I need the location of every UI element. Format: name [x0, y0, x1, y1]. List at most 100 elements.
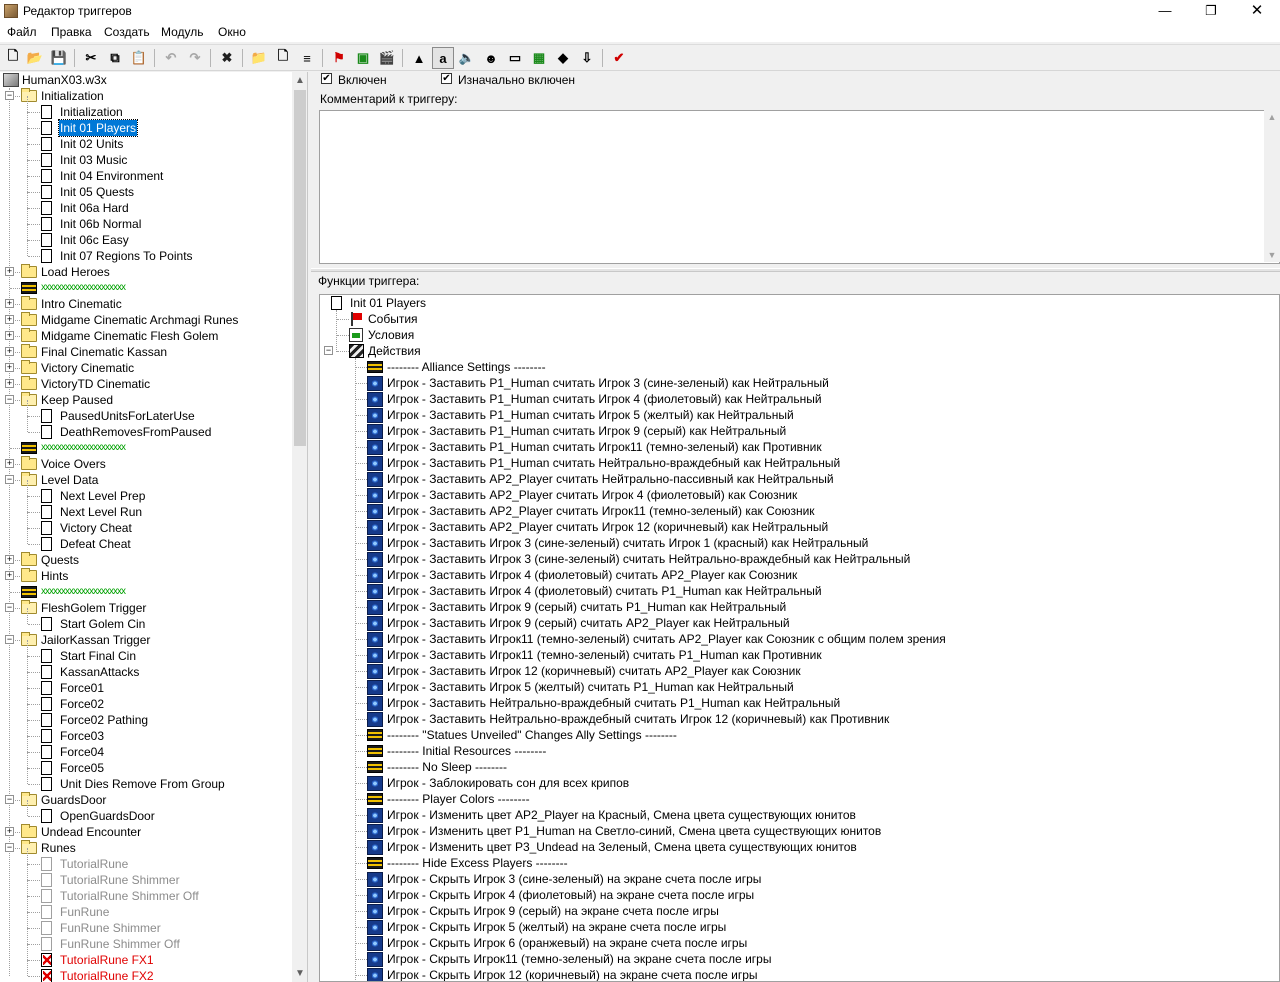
close-button[interactable]: ✕: [1234, 0, 1280, 22]
tree-comment[interactable]: xxxxxxxxxxxxxxxxxxxxx: [0, 440, 290, 456]
minimize-button[interactable]: —: [1142, 0, 1188, 22]
expand-icon[interactable]: +: [5, 347, 14, 356]
save-icon[interactable]: 💾: [48, 47, 70, 69]
undo-icon[interactable]: ↶: [160, 47, 182, 69]
tree-trigger[interactable]: Next Level Prep: [0, 480, 290, 504]
action-item[interactable]: Игрок - Заставить P1_Human считать Нейтр…: [320, 455, 1260, 471]
comment-textarea[interactable]: [319, 110, 1280, 264]
new-event-icon[interactable]: ⚑: [328, 47, 350, 69]
scroll-thumb[interactable]: [294, 90, 306, 446]
test-map-icon[interactable]: ✖: [216, 47, 238, 69]
action-item[interactable]: Игрок - Изменить цвет AP2_Player на Крас…: [320, 807, 1260, 823]
object-manager-icon[interactable]: ◆: [552, 47, 574, 69]
tree-folder[interactable]: + Final Cinematic Kassan: [0, 344, 290, 360]
tree-trigger[interactable]: PausedUnitsForLaterUse: [0, 400, 290, 424]
new-icon[interactable]: 🗋: [2, 47, 24, 69]
tree-trigger[interactable]: Start Final Cin: [0, 640, 290, 664]
tree-trigger[interactable]: Force05: [0, 752, 290, 776]
expand-icon[interactable]: +: [5, 571, 14, 580]
tree-trigger[interactable]: Start Golem Cin: [0, 608, 290, 632]
splitter[interactable]: [311, 268, 1280, 272]
enabled-checkbox[interactable]: ✔: [321, 73, 332, 84]
action-item[interactable]: Игрок - Заставить AP2_Player считать Игр…: [320, 519, 1260, 535]
tree-folder[interactable]: − FleshGolem Trigger: [0, 600, 290, 616]
paste-icon[interactable]: 📋: [128, 47, 150, 69]
tree-trigger[interactable]: FunRune: [0, 896, 290, 920]
tree-trigger[interactable]: Force02 Pathing: [0, 704, 290, 728]
tree-trigger[interactable]: Init 06b Normal: [0, 208, 290, 232]
tree-trigger[interactable]: Init 04 Environment: [0, 160, 290, 184]
scroll-down-icon[interactable]: ▼: [292, 965, 307, 982]
action-item[interactable]: Игрок - Заставить AP2_Player считать Игр…: [320, 487, 1260, 503]
action-item[interactable]: Игрок - Скрыть Игрок 9 (серый) на экране…: [320, 903, 1260, 919]
expand-icon[interactable]: +: [5, 827, 14, 836]
ai-editor-icon[interactable]: ▦: [528, 47, 550, 69]
scroll-up-icon[interactable]: ▲: [292, 72, 307, 89]
tree-folder[interactable]: + Load Heroes: [0, 264, 290, 280]
tree-trigger[interactable]: Initialization: [0, 96, 290, 120]
tree-folder[interactable]: − Initialization: [0, 88, 290, 104]
trigger-editor-icon[interactable]: a: [432, 47, 454, 69]
action-item[interactable]: Игрок - Заставить Нейтрально-враждебный …: [320, 695, 1260, 711]
tree-folder[interactable]: − Runes: [0, 840, 290, 856]
action-item[interactable]: Игрок - Заставить Игрок 9 (серый) считат…: [320, 599, 1260, 615]
action-item[interactable]: Игрок - Скрыть Игрок 12 (коричневый) на …: [320, 967, 1260, 981]
tree-folder[interactable]: + Quests: [0, 552, 290, 568]
tree-trigger[interactable]: Defeat Cheat: [0, 528, 290, 552]
expand-icon[interactable]: +: [5, 331, 14, 340]
comment-action[interactable]: -------- Initial Resources --------: [320, 743, 1260, 759]
tree-trigger[interactable]: OpenGuardsDoor: [0, 800, 290, 824]
expand-icon[interactable]: +: [5, 363, 14, 372]
import-manager-icon[interactable]: ⇩: [576, 47, 598, 69]
action-item[interactable]: Игрок - Изменить цвет P1_Human на Светло…: [320, 823, 1260, 839]
trigger-tree[interactable]: ▲ ▼ HumanX03.w3x − Initialization Initializ…: [0, 72, 308, 982]
tree-trigger[interactable]: FunRune Shimmer Off: [0, 928, 290, 952]
conditions-node[interactable]: Условия: [320, 327, 1260, 343]
action-item[interactable]: Игрок - Заставить Игрок 9 (серый) считат…: [320, 615, 1260, 631]
open-icon[interactable]: 📂: [24, 47, 46, 69]
collapse-icon[interactable]: −: [5, 795, 14, 804]
action-item[interactable]: Игрок - Заставить Игрок 4 (фиолетовый) с…: [320, 583, 1260, 599]
tree-folder[interactable]: + Midgame Cinematic Flesh Golem: [0, 328, 290, 344]
expand-icon[interactable]: +: [5, 379, 14, 388]
comment-action[interactable]: -------- Player Colors --------: [320, 791, 1260, 807]
cut-icon[interactable]: ✂: [80, 47, 102, 69]
tree-trigger[interactable]: Force03: [0, 720, 290, 744]
tree-root[interactable]: HumanX03.w3x: [0, 72, 290, 88]
menu-module[interactable]: Модуль: [161, 25, 204, 39]
action-item[interactable]: Игрок - Заставить Нейтрально-враждебный …: [320, 711, 1260, 727]
initially-on-checkbox[interactable]: ✔: [441, 73, 452, 84]
action-item[interactable]: Игрок - Изменить цвет P3_Undead на Зелен…: [320, 839, 1260, 855]
actions-node[interactable]: − Действия: [320, 343, 1260, 359]
comment-action[interactable]: -------- Alliance Settings --------: [320, 359, 1260, 375]
action-item[interactable]: Игрок - Заставить AP2_Player считать Игр…: [320, 503, 1260, 519]
tree-trigger[interactable]: TutorialRune: [0, 848, 290, 872]
functions-root[interactable]: Init 01 Players: [320, 295, 1260, 311]
action-item[interactable]: Игрок - Заставить P1_Human считать Игрок…: [320, 391, 1260, 407]
expand-icon[interactable]: +: [5, 299, 14, 308]
tree-folder[interactable]: + VictoryTD Cinematic: [0, 376, 290, 392]
comment-action[interactable]: -------- "Statues Unveiled" Changes Ally…: [320, 727, 1260, 743]
action-item[interactable]: Игрок - Заставить Игрок 4 (фиолетовый) с…: [320, 567, 1260, 583]
action-item[interactable]: Игрок - Скрыть Игрок 5 (желтый) на экран…: [320, 919, 1260, 935]
trigger-functions-tree[interactable]: Init 01 Players События Условия − Действия --…: [319, 294, 1280, 982]
new-condition-icon[interactable]: ▣: [352, 47, 374, 69]
new-action-icon[interactable]: 🎬: [376, 47, 398, 69]
menu-window[interactable]: Окно: [218, 25, 246, 39]
action-item[interactable]: Игрок - Скрыть Игрок 6 (оранжевый) на эк…: [320, 935, 1260, 951]
tree-trigger[interactable]: Next Level Run: [0, 496, 290, 520]
collapse-icon[interactable]: −: [5, 395, 14, 404]
menu-create[interactable]: Создать: [104, 25, 150, 39]
tree-trigger[interactable]: Init 03 Music: [0, 144, 290, 168]
collapse-icon[interactable]: −: [5, 635, 14, 644]
action-item[interactable]: Игрок - Скрыть Игрок11 (темно-зеленый) н…: [320, 951, 1260, 967]
action-item[interactable]: Игрок - Заставить Игрок11 (темно-зеленый…: [320, 631, 1260, 647]
action-item[interactable]: Игрок - Заставить AP2_Player считать Ней…: [320, 471, 1260, 487]
tree-comment[interactable]: xxxxxxxxxxxxxxxxxxxxx: [0, 280, 290, 296]
action-item[interactable]: Игрок - Заставить Игрок11 (темно-зеленый…: [320, 647, 1260, 663]
tree-folder[interactable]: + Intro Cinematic: [0, 296, 290, 312]
tree-trigger[interactable]: TutorialRune Shimmer Off: [0, 880, 290, 904]
tree-trigger[interactable]: TutorialRune FX1: [0, 944, 290, 968]
sound-editor-icon[interactable]: 🔈: [456, 47, 478, 69]
terrain-editor-icon[interactable]: ▲: [408, 47, 430, 69]
